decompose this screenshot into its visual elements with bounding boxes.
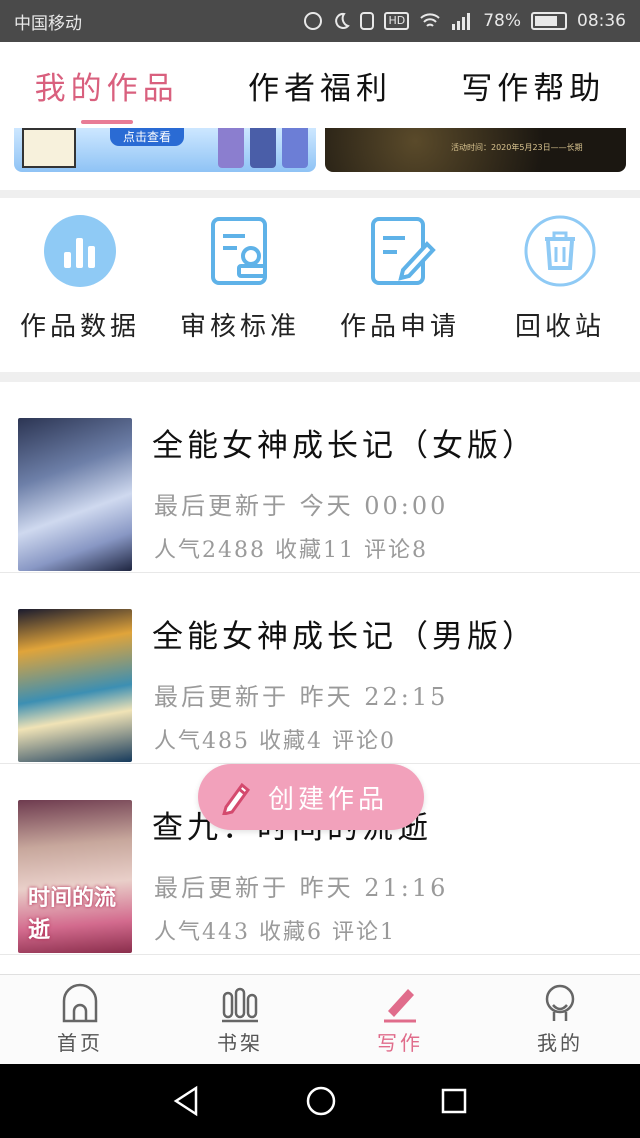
work-title: 全能女神成长记（女版） bbox=[152, 428, 537, 464]
review-document-icon bbox=[203, 214, 277, 288]
nav-home[interactable]: 首页 bbox=[0, 975, 160, 1064]
banner-document-illustration bbox=[22, 128, 76, 168]
carrier-name: 中国移动 bbox=[14, 13, 82, 34]
banner-character bbox=[218, 128, 244, 168]
banner-character bbox=[282, 128, 308, 168]
create-work-button[interactable]: 创建作品 bbox=[198, 764, 424, 830]
feature-recycle-bin[interactable]: 回收站 bbox=[480, 198, 640, 372]
work-stats: 人气485 收藏4 评论0 bbox=[154, 729, 396, 754]
bookshelf-icon bbox=[222, 987, 258, 1023]
signal-icon bbox=[452, 13, 471, 30]
banner-view-button[interactable]: 点击查看 bbox=[110, 128, 184, 146]
nav-label: 写作 bbox=[377, 1031, 423, 1055]
system-nav-bar bbox=[0, 1064, 640, 1138]
tab-author-benefits[interactable]: 作者福利 bbox=[213, 42, 426, 128]
cover-image bbox=[18, 609, 132, 762]
pencil-icon bbox=[222, 782, 250, 815]
battery-percent: 78% bbox=[483, 11, 521, 31]
back-icon[interactable] bbox=[172, 1085, 202, 1117]
wifi-icon bbox=[420, 13, 440, 27]
feature-label: 回收站 bbox=[514, 312, 605, 342]
cover-title-art: 时间的流逝 bbox=[28, 886, 117, 943]
top-tabs: 我的作品 作者福利 写作帮助 bbox=[0, 42, 640, 128]
moon-icon bbox=[335, 12, 351, 29]
vibrate-icon bbox=[360, 12, 375, 30]
nav-mine[interactable]: 我的 bbox=[480, 975, 640, 1064]
list-item[interactable]: 全能女神成长记（女版） 最后更新于 今天 00:00 人气2488 收藏11 评… bbox=[0, 382, 640, 573]
work-title: 全能女神成长记（男版） bbox=[152, 619, 537, 655]
bottom-nav: 首页 书架 写作 我的 bbox=[0, 974, 640, 1064]
work-stats: 人气443 收藏6 评论1 bbox=[154, 920, 396, 945]
feature-grid: 作品数据 审核标准 作品申请 回收站 bbox=[0, 198, 640, 372]
cover-image: 时间的流逝 bbox=[18, 800, 132, 953]
feature-label: 审核标准 bbox=[179, 312, 300, 342]
trash-icon bbox=[523, 214, 597, 288]
nav-label: 书架 bbox=[217, 1031, 263, 1055]
feature-work-application[interactable]: 作品申请 bbox=[320, 198, 480, 372]
tab-my-works[interactable]: 我的作品 bbox=[0, 42, 213, 128]
recents-icon[interactable] bbox=[440, 1087, 468, 1115]
banner-left[interactable]: 点击查看 bbox=[14, 128, 316, 172]
works-list: 全能女神成长记（女版） 最后更新于 今天 00:00 人气2488 收藏11 评… bbox=[0, 382, 640, 974]
battery-icon bbox=[531, 12, 567, 30]
nav-label: 我的 bbox=[537, 1031, 583, 1055]
tab-writing-help[interactable]: 写作帮助 bbox=[427, 42, 640, 128]
work-updated: 最后更新于 今天 00:00 bbox=[154, 492, 449, 520]
work-updated: 最后更新于 昨天 21:16 bbox=[154, 874, 449, 902]
profile-icon bbox=[545, 984, 575, 1021]
work-updated: 最后更新于 昨天 22:15 bbox=[154, 683, 449, 711]
edit-document-icon bbox=[363, 214, 437, 288]
cover-image bbox=[18, 418, 132, 571]
status-bar: 中国移动 HD 78% 08:36 bbox=[0, 0, 640, 42]
banner-carousel: 点击查看 活动时间：2020年5月23日——长期 bbox=[0, 128, 640, 190]
feature-label: 作品数据 bbox=[19, 312, 140, 342]
nfc-icon bbox=[304, 12, 323, 30]
pencil-icon bbox=[384, 989, 416, 1023]
home-circle-icon[interactable] bbox=[305, 1085, 337, 1117]
banner-right[interactable]: 活动时间：2020年5月23日——长期 bbox=[325, 128, 626, 172]
clock: 08:36 bbox=[577, 11, 626, 31]
feature-review-standard[interactable]: 审核标准 bbox=[160, 198, 320, 372]
banner-caption: 活动时间：2020年5月23日——长期 bbox=[451, 143, 583, 152]
bar-chart-icon bbox=[43, 214, 117, 288]
home-icon bbox=[62, 983, 98, 1023]
banner-character bbox=[250, 128, 276, 168]
hd-icon: HD bbox=[384, 12, 410, 30]
feature-label: 作品申请 bbox=[339, 312, 460, 342]
status-icons: HD 78% 08:36 bbox=[304, 11, 626, 31]
nav-bookshelf[interactable]: 书架 bbox=[160, 975, 320, 1064]
work-stats: 人气2488 收藏11 评论8 bbox=[154, 538, 428, 563]
create-work-label: 创建作品 bbox=[268, 784, 389, 815]
list-item[interactable]: 全能女神成长记（男版） 最后更新于 昨天 22:15 人气485 收藏4 评论0 bbox=[0, 573, 640, 764]
feature-work-data[interactable]: 作品数据 bbox=[0, 198, 160, 372]
nav-writing[interactable]: 写作 bbox=[320, 975, 480, 1064]
nav-label: 首页 bbox=[57, 1031, 103, 1055]
